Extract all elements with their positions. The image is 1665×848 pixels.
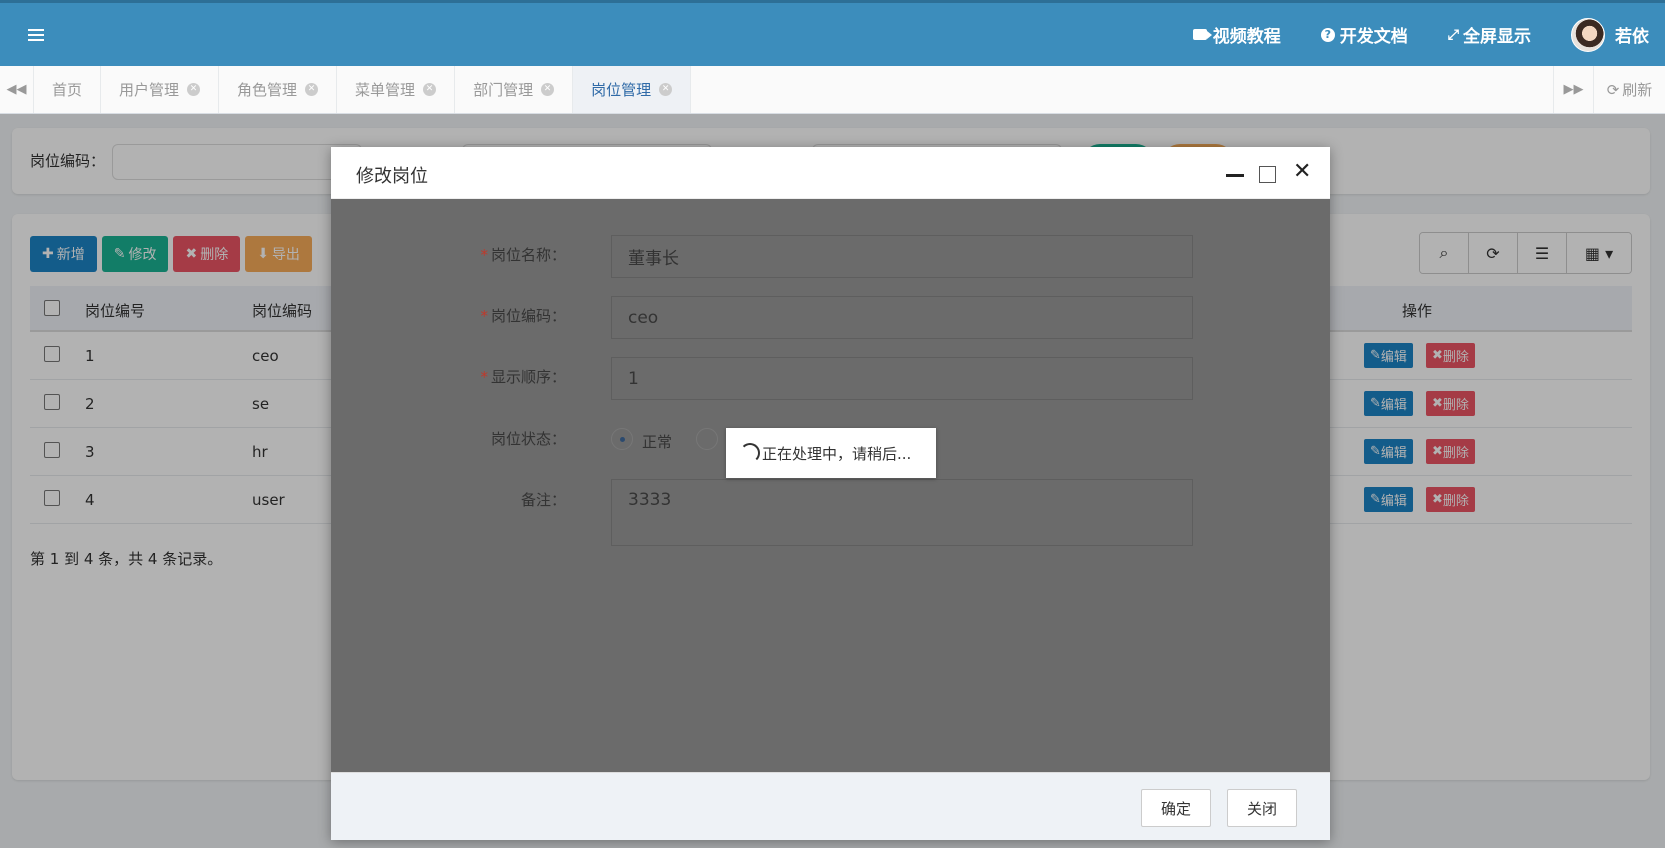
- dialog-header: 修改岗位 ✕: [331, 147, 1330, 199]
- tab-close-icon[interactable]: ✕: [187, 83, 201, 96]
- post-code-field[interactable]: ceo: [611, 296, 1193, 339]
- page-tabs: 首页 用户管理 ✕ 角色管理 ✕ 菜单管理 ✕ 部门管理 ✕ 岗位管理 ✕: [34, 66, 692, 113]
- minimize-icon[interactable]: [1226, 174, 1244, 177]
- status-normal-radio[interactable]: [611, 428, 633, 450]
- tab-user-management[interactable]: 用户管理 ✕: [101, 66, 220, 113]
- tabs-next-button[interactable]: ▶▶: [1553, 66, 1593, 113]
- status-normal-label: 正常: [642, 433, 673, 451]
- confirm-button[interactable]: 确定: [1141, 789, 1211, 827]
- question-icon: ?: [1320, 27, 1335, 42]
- refresh-icon: ⟳: [1606, 80, 1620, 99]
- tab-dept-management[interactable]: 部门管理 ✕: [455, 66, 574, 113]
- menu-toggle-icon[interactable]: [28, 29, 44, 41]
- remark-label: 备注：: [520, 491, 566, 509]
- tabs-bar: ◀◀ 首页 用户管理 ✕ 角色管理 ✕ 菜单管理 ✕ 部门管理 ✕ 岗位管理 ✕ ▶▶ ⟳…: [0, 66, 1665, 114]
- refresh-button[interactable]: ⟳ 刷新: [1593, 66, 1665, 113]
- user-menu[interactable]: 若依: [1571, 17, 1649, 52]
- status-disabled-radio[interactable]: [696, 428, 718, 450]
- tab-close-icon[interactable]: ✕: [423, 83, 437, 96]
- tab-home[interactable]: 首页: [34, 66, 102, 113]
- video-tutorial-link[interactable]: 视频教程: [1192, 22, 1281, 47]
- close-icon[interactable]: ✕: [1293, 161, 1311, 183]
- tab-menu-management[interactable]: 菜单管理 ✕: [337, 66, 456, 113]
- edit-post-dialog: 修改岗位 ✕ * 岗位名称： 董事长 * 岗位编码： ceo * 显示顺序： 1 岗位…: [331, 147, 1330, 840]
- tabs-prev-button[interactable]: ◀◀: [0, 66, 34, 113]
- tab-post-management[interactable]: 岗位管理 ✕: [573, 66, 692, 113]
- video-icon: [1192, 29, 1212, 40]
- remark-field[interactable]: 3333: [611, 479, 1193, 546]
- order-label: * 显示顺序：: [480, 368, 566, 386]
- maximize-icon[interactable]: [1259, 166, 1276, 183]
- top-header: 视频教程 ? 开发文档 ⤢ 全屏显示 若依: [0, 0, 1665, 66]
- dialog-title: 修改岗位: [356, 166, 428, 187]
- status-label: 岗位状态：: [490, 430, 566, 448]
- fullscreen-link[interactable]: ⤢ 全屏显示: [1447, 22, 1531, 48]
- tab-role-management[interactable]: 角色管理 ✕: [219, 66, 338, 113]
- dialog-footer: 确定 关闭: [331, 772, 1330, 840]
- post-name-label: * 岗位名称：: [480, 246, 566, 264]
- expand-icon: ⤢: [1447, 26, 1459, 43]
- dialog-body: * 岗位名称： 董事长 * 岗位编码： ceo * 显示顺序： 1 岗位状态： 正常 …: [331, 199, 1330, 772]
- spinner-icon: [740, 443, 760, 463]
- order-field[interactable]: 1: [611, 357, 1193, 400]
- post-code-label: * 岗位编码：: [480, 307, 566, 325]
- dev-docs-link[interactable]: ? 开发文档: [1320, 22, 1408, 47]
- tab-close-icon[interactable]: ✕: [659, 83, 673, 96]
- post-name-field[interactable]: 董事长: [611, 235, 1193, 278]
- avatar: [1571, 17, 1605, 52]
- tab-close-icon[interactable]: ✕: [541, 83, 555, 96]
- tab-close-icon[interactable]: ✕: [305, 83, 319, 96]
- header-actions: 视频教程 ? 开发文档 ⤢ 全屏显示 若依: [1153, 3, 1649, 66]
- close-button[interactable]: 关闭: [1227, 789, 1297, 827]
- loading-indicator: 正在处理中，请稍后...: [726, 428, 936, 478]
